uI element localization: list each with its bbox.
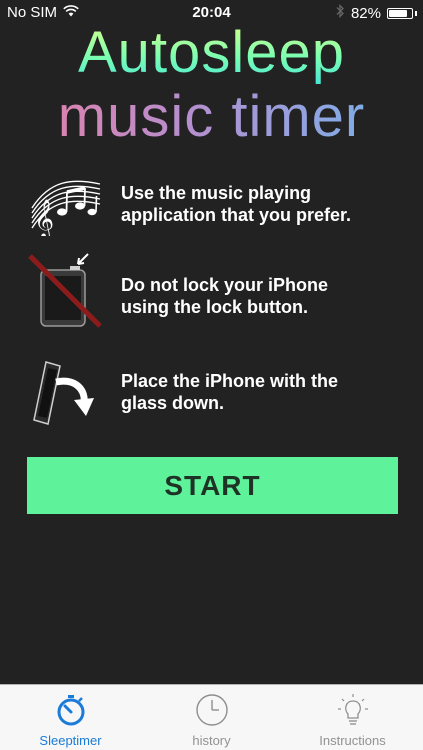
battery-tip [415,10,417,16]
instruction-text-nolock: Do not lock your iPhone using the lock b… [121,275,329,317]
tab-instructions[interactable]: Instructions [282,685,423,750]
app-screen: No SIM 20:04 82% Autosleep music timer 𝄞… [0,0,423,750]
stopwatch-icon [53,692,89,728]
app-title-line2: music timer [0,86,423,148]
instruction-row-nolock: Do not lock your iPhone using the lock b… [0,252,423,332]
instruction-row-flip: Place the iPhone with the glass down. [0,358,423,438]
instruction-row-music: 𝄞 Use the music playing application that… [0,172,423,252]
battery-icon [387,7,413,19]
clock-icon [194,692,230,728]
tab-sleeptimer[interactable]: Sleeptimer [0,685,141,750]
phone-flip-icon [26,358,106,438]
battery-percent: 82% [350,4,381,22]
tab-history[interactable]: history [141,685,282,750]
status-right: 82% [336,3,417,22]
start-button[interactable]: START [27,457,398,514]
lightbulb-icon [335,692,371,728]
app-title-line1: Autosleep [0,22,423,84]
tab-sleeptimer-label: Sleeptimer [39,733,102,748]
battery-fill [389,9,408,17]
tab-bar: Sleeptimer history Instructions [0,684,423,750]
svg-text:𝄞: 𝄞 [34,199,54,236]
tab-instructions-label: Instructions [319,733,386,748]
instruction-text-flip: Place the iPhone with the glass down. [121,371,339,413]
instruction-text-music: Use the music playing application that y… [121,183,352,225]
no-lock-iphone-icon [26,252,106,332]
music-notes-icon: 𝄞 [26,172,106,252]
tab-history-label: history [192,733,231,748]
